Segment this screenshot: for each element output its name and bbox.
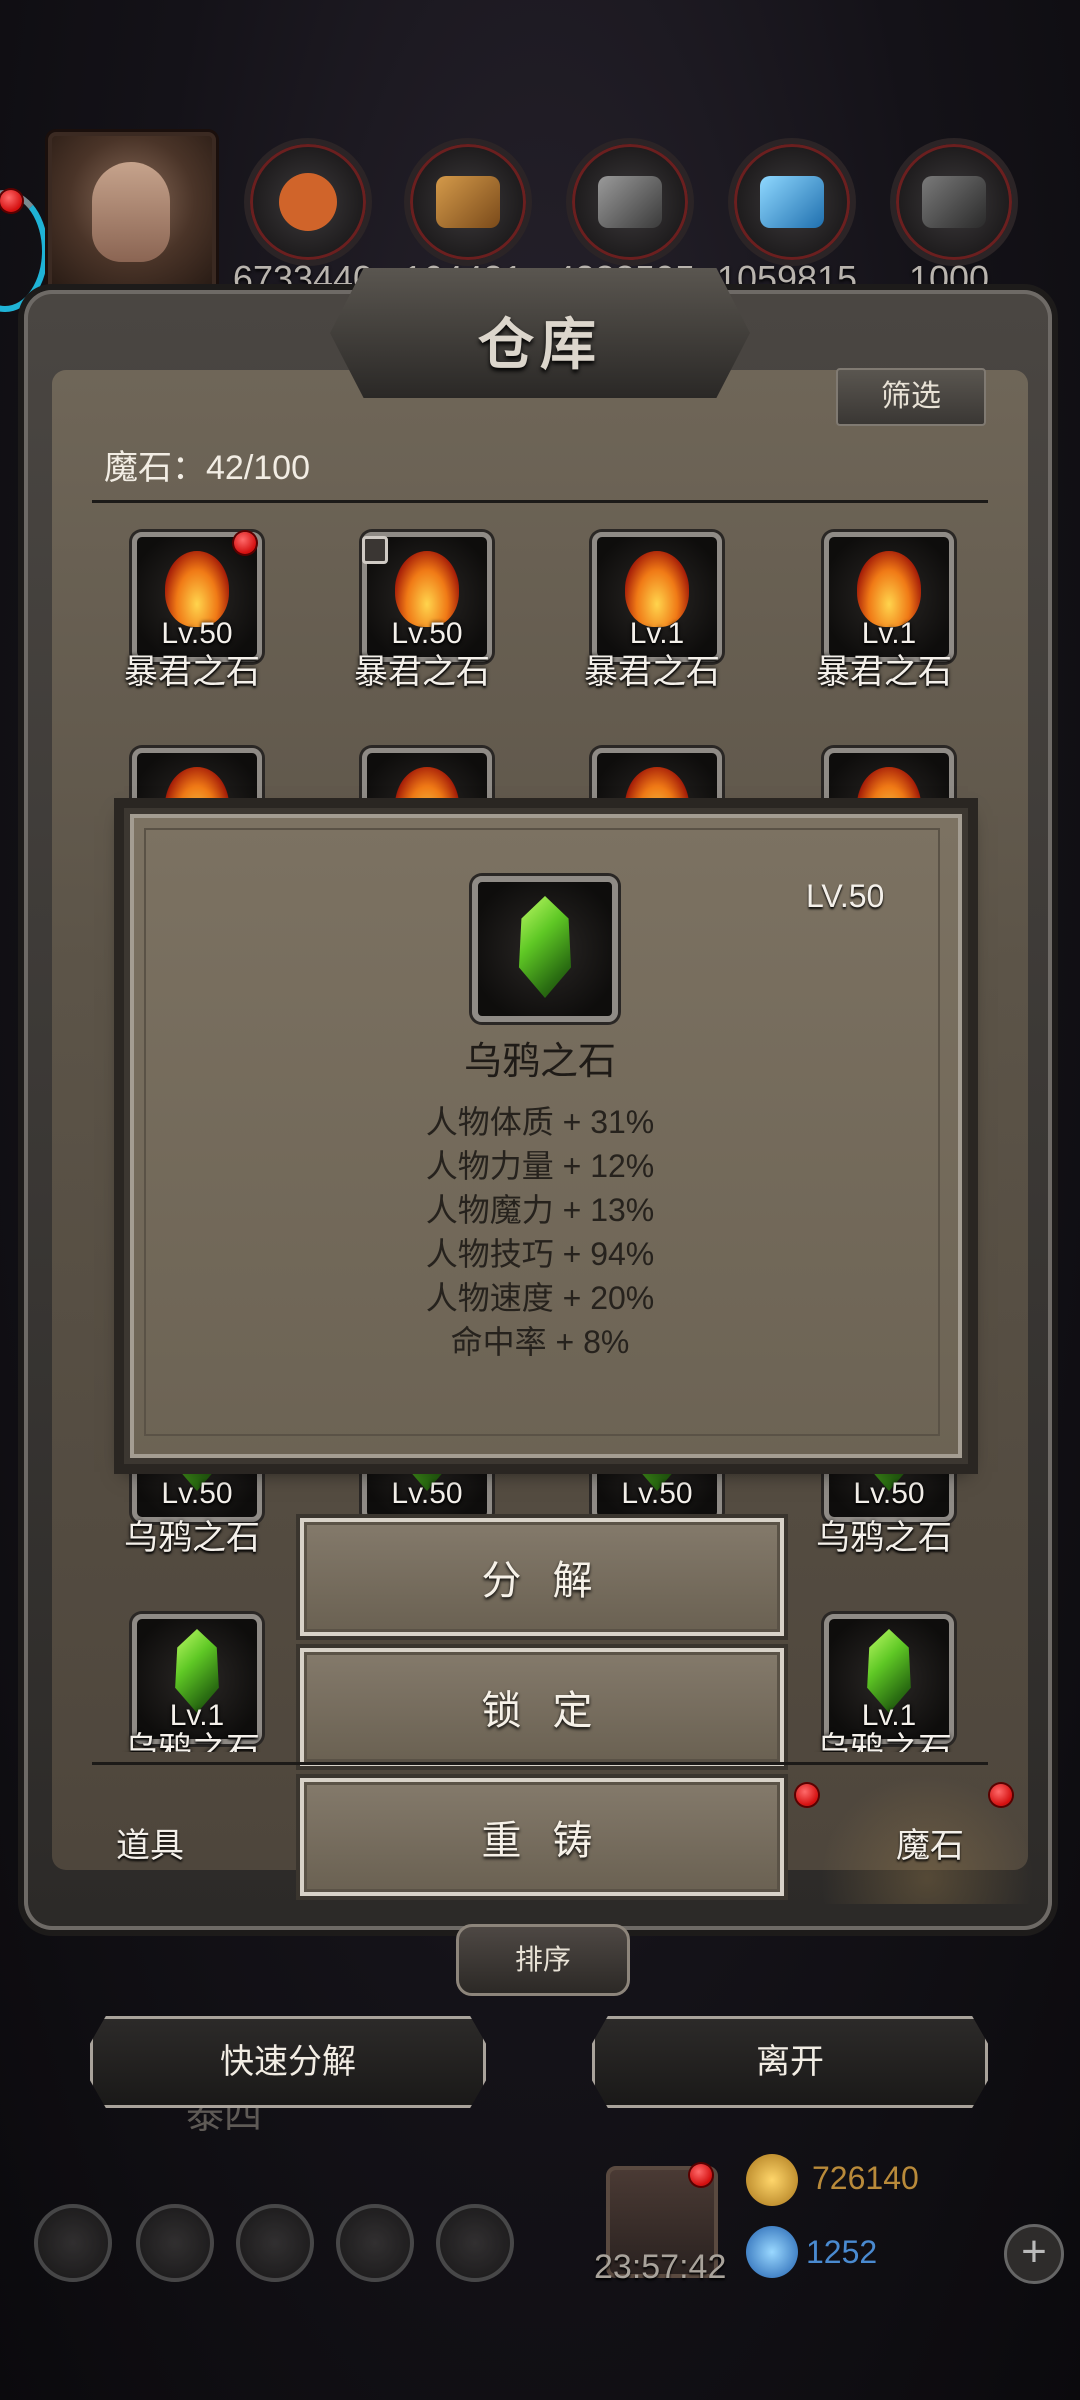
page-title: 仓库 [478,312,602,378]
slot-name: 暴君之石 [354,653,490,691]
slot-level: Lv.50 [853,1477,925,1510]
event-timer: 23:57:42 [594,2248,727,2286]
stat-line: 人物魔力 + 13% [425,1192,655,1228]
wood-plank-icon [404,138,532,266]
stone-count-label: 魔石：42/100 [104,449,310,487]
stat-line: 人物体质 + 31% [425,1104,655,1140]
decompose-button[interactable]: 分 解 [300,1518,784,1636]
ore-orange-icon [244,138,372,266]
fire-stone-icon [857,551,921,627]
green-crystal-icon [518,896,572,998]
notification-dot [0,190,22,212]
stone-slot[interactable]: Lv.1 [592,532,722,662]
new-item-dot [234,532,256,554]
shield-icon[interactable] [236,2204,314,2282]
slot-name: 乌鸦之石 [816,1519,952,1557]
recast-button[interactable]: 重 铸 [300,1778,784,1896]
slot-level: Lv.50 [161,1477,233,1510]
slot-name: 乌鸦之石 [124,1731,260,1752]
box-icon[interactable] [436,2204,514,2282]
stat-line: 人物力量 + 12% [425,1148,655,1184]
filter-button[interactable]: 筛选 [836,368,986,426]
divider [92,1762,988,1765]
notification-dot [796,1784,818,1806]
iron-ingot-icon [566,138,694,266]
slot-level: Lv.50 [621,1477,693,1510]
leave-button[interactable]: 离开 [592,2016,988,2108]
divider [92,500,988,503]
tab-stones[interactable]: 魔石 [896,1818,964,1867]
fire-stone-icon [165,551,229,627]
dark-ingot-icon [890,138,1018,266]
slot-name: 乌鸦之石 [816,1731,952,1752]
detail-name: 乌鸦之石 [463,1041,616,1083]
settings-icon[interactable] [34,2204,112,2282]
blue-gem-icon [746,2226,798,2278]
gold-amount: 726140 [812,2160,919,2196]
tab-items[interactable]: 道具 [116,1818,184,1867]
stat-line: 人物速度 + 20% [425,1280,655,1316]
avatar[interactable] [48,132,216,300]
slot-name: 乌鸦之石 [124,1519,260,1557]
slot-name: 暴君之石 [816,653,952,691]
notification-dot [690,2164,712,2186]
gold-coin-icon [746,2154,798,2206]
add-currency-button[interactable]: + [1004,2224,1064,2284]
star-icon[interactable] [136,2204,214,2282]
slot-name: 暴君之石 [584,653,720,691]
quick-decompose-button[interactable]: 快速分解 [90,2016,486,2108]
mail-icon[interactable] [336,2204,414,2282]
sort-button[interactable]: 排序 [456,1924,630,1996]
slot-name: 暴君之石 [124,653,260,691]
detail-level: LV.50 [806,878,885,914]
blue-crystal-icon [728,138,856,266]
stat-line: 人物技巧 + 94% [425,1236,655,1272]
notification-dot [990,1784,1012,1806]
detail-slot [472,876,618,1022]
stat-list: 人物体质 + 31% 人物力量 + 12% 人物魔力 + 13% 人物技巧 + … [124,1100,956,1364]
gem-amount: 1252 [806,2234,878,2270]
stat-line: 命中率 + 8% [450,1324,630,1360]
lock-icon [362,536,388,564]
fire-stone-icon [395,551,459,627]
lock-button[interactable]: 锁 定 [300,1648,784,1766]
slot-level: Lv.50 [391,1477,463,1510]
stone-slot[interactable]: Lv.1 [824,532,954,662]
fire-stone-icon [625,551,689,627]
